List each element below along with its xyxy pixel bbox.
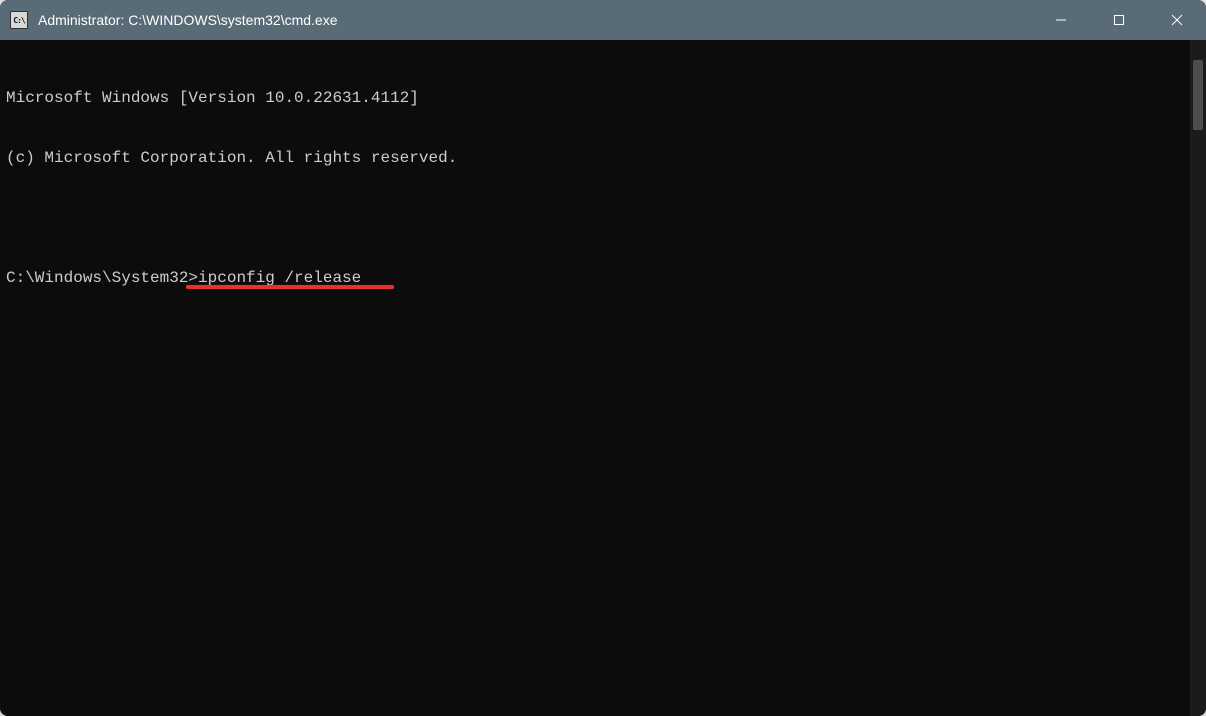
underline-annotation [186, 285, 394, 289]
command-prompt-window: C:\ Administrator: C:\WINDOWS\system32\c… [0, 0, 1206, 716]
window-controls [1032, 0, 1206, 40]
scrollbar-thumb[interactable] [1193, 60, 1203, 130]
terminal-output[interactable]: Microsoft Windows [Version 10.0.22631.41… [0, 40, 1190, 716]
client-area: Microsoft Windows [Version 10.0.22631.41… [0, 40, 1206, 716]
titlebar[interactable]: C:\ Administrator: C:\WINDOWS\system32\c… [0, 0, 1206, 40]
minimize-button[interactable] [1032, 0, 1090, 40]
cmd-icon-text: C:\ [13, 16, 24, 25]
terminal-prompt-line: C:\Windows\System32>ipconfig /release [6, 268, 1184, 288]
terminal-line: (c) Microsoft Corporation. All rights re… [6, 148, 1184, 168]
close-icon [1171, 14, 1183, 26]
window-title: Administrator: C:\WINDOWS\system32\cmd.e… [38, 12, 1032, 28]
terminal-line: Microsoft Windows [Version 10.0.22631.41… [6, 88, 1184, 108]
terminal-blank-line [6, 208, 1184, 228]
vertical-scrollbar[interactable] [1190, 40, 1206, 716]
close-button[interactable] [1148, 0, 1206, 40]
maximize-button[interactable] [1090, 0, 1148, 40]
maximize-icon [1113, 14, 1125, 26]
minimize-icon [1055, 14, 1067, 26]
prompt-text: C:\Windows\System32> [6, 269, 198, 287]
cmd-icon: C:\ [10, 11, 28, 29]
